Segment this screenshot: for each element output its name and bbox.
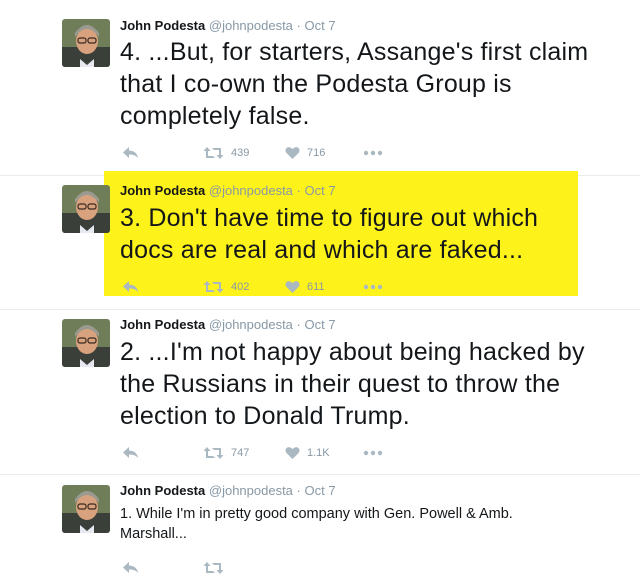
author-name[interactable]: John Podesta <box>120 183 205 198</box>
more-button[interactable] <box>363 143 383 163</box>
more-icon <box>363 450 383 456</box>
heart-icon <box>285 147 300 159</box>
tweet[interactable]: John Podesta @johnpodesta · Oct 7 2. ...… <box>0 310 640 475</box>
separator: · <box>296 317 301 332</box>
more-icon <box>363 284 383 290</box>
separator: · <box>296 18 301 33</box>
timestamp[interactable]: Oct 7 <box>305 183 336 198</box>
avatar-photo <box>62 485 110 533</box>
timestamp[interactable]: Oct 7 <box>305 18 336 33</box>
timeline: John Podesta @johnpodesta · Oct 7 4. ...… <box>0 0 640 574</box>
reply-icon <box>123 447 138 458</box>
retweet-icon <box>203 147 224 159</box>
timestamp[interactable]: Oct 7 <box>305 317 336 332</box>
like-count: 611 <box>307 281 325 293</box>
avatar[interactable] <box>62 485 110 533</box>
author-handle[interactable]: @johnpodesta <box>209 483 293 498</box>
more-button[interactable] <box>363 443 383 463</box>
tweet-text: 4. ...But, for starters, Assange's first… <box>120 38 589 130</box>
retweet-button[interactable]: 747 <box>203 443 249 463</box>
tweet-header: John Podesta @johnpodesta · Oct 7 <box>120 183 336 199</box>
author-handle[interactable]: @johnpodesta <box>209 183 293 198</box>
retweet-button[interactable] <box>203 558 224 578</box>
tweet-text: 2. ...I'm not happy about being hacked b… <box>120 338 585 430</box>
avatar-photo <box>62 19 110 67</box>
reply-button[interactable] <box>122 143 139 163</box>
tweet-header: John Podesta @johnpodesta · Oct 7 <box>120 18 336 34</box>
author-name[interactable]: John Podesta <box>120 483 205 498</box>
like-button[interactable]: 611 <box>285 277 325 297</box>
author-name[interactable]: John Podesta <box>120 317 205 332</box>
author-handle[interactable]: @johnpodesta <box>209 18 293 33</box>
tweet[interactable]: John Podesta @johnpodesta · Oct 7 3. Don… <box>0 171 640 310</box>
retweet-icon <box>203 447 224 459</box>
retweet-icon <box>203 562 224 574</box>
retweet-button[interactable]: 439 <box>203 143 249 163</box>
avatar[interactable] <box>62 185 110 233</box>
author-name[interactable]: John Podesta <box>120 18 205 33</box>
tweet-text: 3. Don't have time to figure out which d… <box>120 204 539 264</box>
tweet-header: John Podesta @johnpodesta · Oct 7 <box>120 483 336 499</box>
reply-button[interactable] <box>122 443 139 463</box>
heart-icon <box>285 447 300 459</box>
like-button[interactable]: 716 <box>285 143 325 163</box>
retweet-icon <box>203 281 224 293</box>
more-button[interactable] <box>363 277 383 297</box>
tweet-header: John Podesta @johnpodesta · Oct 7 <box>120 317 336 333</box>
reply-button[interactable] <box>122 277 139 297</box>
avatar[interactable] <box>62 319 110 367</box>
tweet-text: 1. While I'm in pretty good company with… <box>120 506 513 542</box>
like-button[interactable]: 1.1K <box>285 443 330 463</box>
separator: · <box>296 483 301 498</box>
timestamp[interactable]: Oct 7 <box>305 483 336 498</box>
reply-button[interactable] <box>122 558 139 578</box>
retweet-count: 439 <box>231 147 250 159</box>
more-icon <box>363 150 383 156</box>
like-count: 716 <box>307 147 326 159</box>
retweet-count: 747 <box>231 447 250 459</box>
author-handle[interactable]: @johnpodesta <box>209 317 293 332</box>
retweet-button[interactable]: 402 <box>203 277 249 297</box>
separator: · <box>296 183 301 198</box>
avatar-photo <box>62 319 110 367</box>
tweet[interactable]: John Podesta @johnpodesta · Oct 7 1. Whi… <box>0 475 640 574</box>
reply-icon <box>123 147 138 158</box>
like-count: 1.1K <box>307 447 330 459</box>
tweet[interactable]: John Podesta @johnpodesta · Oct 7 4. ...… <box>0 0 640 176</box>
reply-icon <box>123 281 138 292</box>
heart-icon <box>285 281 300 293</box>
retweet-count: 402 <box>231 281 250 293</box>
avatar[interactable] <box>62 19 110 67</box>
avatar-photo <box>62 185 110 233</box>
reply-icon <box>123 562 138 573</box>
